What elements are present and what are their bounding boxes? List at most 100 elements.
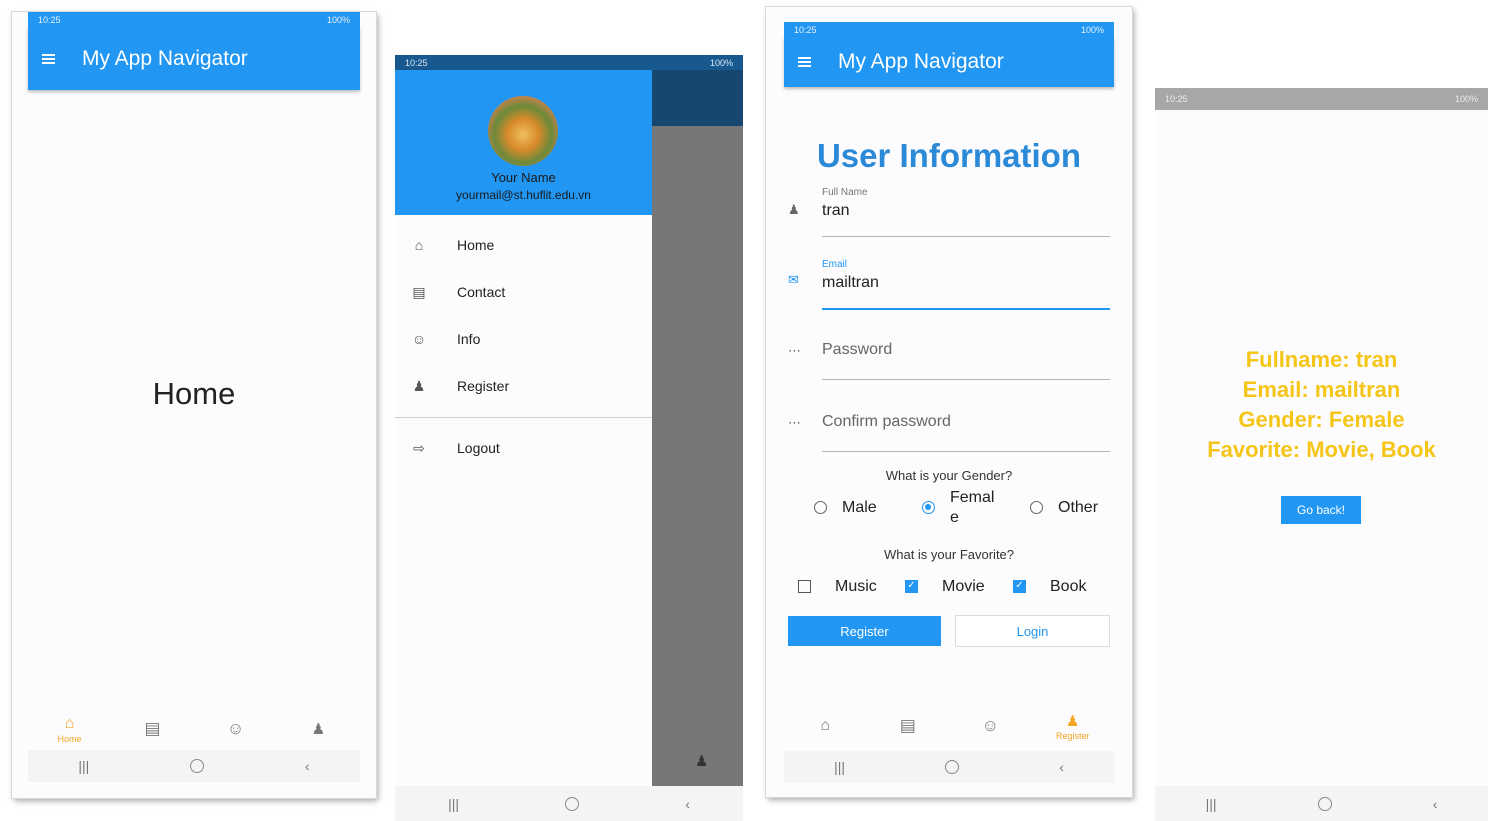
password-underline bbox=[822, 379, 1110, 380]
home-icon: ⌂ bbox=[820, 717, 831, 734]
register-button[interactable]: Register bbox=[788, 616, 941, 646]
home-circle-icon[interactable] bbox=[945, 760, 960, 774]
dimmed-app-bar bbox=[652, 70, 743, 126]
drawer-item-logout[interactable]: ⇨ Logout bbox=[395, 428, 652, 468]
system-nav-bar: ||| ‹ bbox=[28, 750, 360, 782]
status-time: 10:25 bbox=[1165, 94, 1188, 104]
checkbox-music-label: Music bbox=[835, 578, 877, 595]
home-circle-icon[interactable] bbox=[190, 759, 205, 773]
tab-contact[interactable]: ▤ bbox=[123, 719, 183, 739]
go-back-button[interactable]: Go back! bbox=[1281, 496, 1361, 524]
status-bar: 10:25 100% bbox=[28, 12, 360, 27]
login-button[interactable]: Login bbox=[956, 616, 1109, 646]
tab-home[interactable]: ⌂ Home bbox=[40, 715, 100, 744]
status-battery: 100% bbox=[1080, 24, 1104, 35]
status-bar: 10:25 100% bbox=[395, 55, 743, 70]
drawer-user-name: Your Name bbox=[491, 170, 556, 185]
password-placeholder: Password bbox=[822, 341, 893, 358]
drawer-item-label: Register bbox=[457, 378, 510, 394]
drawer-item-info[interactable]: ☺ Info bbox=[395, 319, 652, 359]
tab-contact[interactable]: ▤ bbox=[878, 716, 938, 736]
recents-icon[interactable]: ||| bbox=[448, 796, 459, 812]
home-circle-icon[interactable] bbox=[565, 796, 580, 811]
radio-female-label: Femal bbox=[950, 489, 995, 506]
home-icon: ⌂ bbox=[414, 237, 424, 253]
person-icon: ♟ bbox=[412, 377, 426, 394]
checkbox-movie-label: Movie bbox=[942, 578, 985, 595]
home-circle-icon[interactable] bbox=[1317, 796, 1332, 811]
checkbox-movie[interactable]: ✓ bbox=[905, 580, 918, 593]
screen-home: 10:25 100% My App Navigator Home ⌂ Home … bbox=[12, 12, 376, 798]
back-icon[interactable]: ‹ bbox=[685, 796, 690, 812]
password-dots-icon: ⋯ bbox=[788, 415, 801, 430]
tab-info[interactable]: ☺ bbox=[206, 719, 266, 739]
email-icon: ✉ bbox=[788, 272, 799, 287]
password-field[interactable]: Password bbox=[822, 341, 1110, 381]
recents-icon[interactable]: ||| bbox=[834, 759, 845, 775]
drawer-item-home[interactable]: ⌂ Home bbox=[395, 225, 652, 265]
checkbox-music[interactable] bbox=[798, 580, 811, 593]
confirm-password-field[interactable]: Confirm password bbox=[822, 413, 1110, 455]
radio-other[interactable] bbox=[1030, 501, 1043, 514]
home-body-text: Home bbox=[152, 376, 236, 411]
logout-icon: ⇨ bbox=[413, 439, 425, 456]
back-icon[interactable]: ‹ bbox=[1059, 759, 1064, 775]
tab-register[interactable]: ♟ Register bbox=[1043, 712, 1103, 741]
form-heading: User Information bbox=[816, 137, 1082, 174]
status-time: 10:25 bbox=[794, 24, 817, 35]
screen-register: 10:25 100% My App Navigator User Informa… bbox=[766, 7, 1132, 797]
status-bar: 10:25 100% bbox=[784, 22, 1114, 37]
back-icon[interactable]: ‹ bbox=[305, 758, 310, 774]
drawer-item-register[interactable]: ♟ Register bbox=[395, 366, 652, 406]
fullname-field[interactable]: Full Name tran bbox=[822, 187, 1110, 237]
app-title: My App Navigator bbox=[838, 50, 1004, 73]
drawer-divider bbox=[395, 417, 652, 418]
favorite-question: What is your Favorite? bbox=[883, 547, 1015, 562]
scrim-overlay[interactable] bbox=[652, 70, 743, 786]
radio-female[interactable] bbox=[922, 501, 935, 514]
info-icon: ☺ bbox=[226, 719, 245, 738]
tab-register[interactable]: ♟ bbox=[289, 720, 349, 738]
status-battery: 100% bbox=[709, 57, 733, 68]
drawer-header: Your Name yourmail@st.huflit.edu.vn bbox=[395, 70, 652, 215]
confirm-placeholder: Confirm password bbox=[822, 413, 951, 430]
result-email: Email: mailtran bbox=[1242, 377, 1401, 402]
password-dots-icon: ⋯ bbox=[788, 343, 801, 358]
gender-question: What is your Gender? bbox=[885, 468, 1013, 483]
back-icon[interactable]: ‹ bbox=[1433, 796, 1438, 812]
contact-card-icon: ▤ bbox=[412, 283, 426, 300]
menu-icon[interactable] bbox=[38, 48, 60, 70]
avatar bbox=[488, 96, 558, 166]
person-icon: ♟ bbox=[788, 202, 800, 217]
drawer-item-label: Info bbox=[457, 331, 481, 347]
email-label: Email bbox=[822, 259, 848, 270]
app-bar: My App Navigator bbox=[28, 27, 360, 90]
system-nav-bar: ||| ‹ bbox=[1155, 786, 1488, 821]
drawer-item-contact[interactable]: ▤ Contact bbox=[395, 272, 652, 312]
person-icon: ♟ bbox=[311, 721, 326, 738]
person-icon: ♟ bbox=[1066, 712, 1080, 730]
result-gender: Gender: Female bbox=[1238, 407, 1405, 432]
email-field[interactable]: Email mailtran bbox=[822, 259, 1110, 311]
menu-icon[interactable] bbox=[794, 51, 816, 73]
recents-icon[interactable]: ||| bbox=[1206, 796, 1217, 812]
info-icon: ☺ bbox=[411, 331, 427, 347]
status-battery: 100% bbox=[326, 14, 350, 25]
checkbox-book[interactable]: ✓ bbox=[1013, 580, 1026, 593]
app-bar: My App Navigator bbox=[784, 37, 1114, 87]
person-icon: ♟ bbox=[695, 753, 709, 770]
tab-info[interactable]: ☺ bbox=[960, 716, 1020, 736]
radio-other-label: Other bbox=[1058, 499, 1099, 516]
radio-male-label: Male bbox=[842, 499, 877, 516]
result-text: Fullname: tran Email: mailtran Gender: F… bbox=[1155, 345, 1488, 465]
radio-male[interactable] bbox=[814, 501, 827, 514]
email-underline bbox=[822, 308, 1110, 310]
email-value: mailtran bbox=[822, 274, 879, 291]
system-nav-bar: ||| ‹ bbox=[784, 751, 1114, 783]
recents-icon[interactable]: ||| bbox=[78, 758, 89, 774]
checkbox-book-label: Book bbox=[1050, 578, 1087, 595]
tab-home[interactable]: ⌂ bbox=[795, 717, 855, 735]
radio-female-label-wrap: e bbox=[950, 509, 959, 526]
fullname-label: Full Name bbox=[822, 187, 868, 198]
fullname-value: tran bbox=[822, 202, 850, 219]
